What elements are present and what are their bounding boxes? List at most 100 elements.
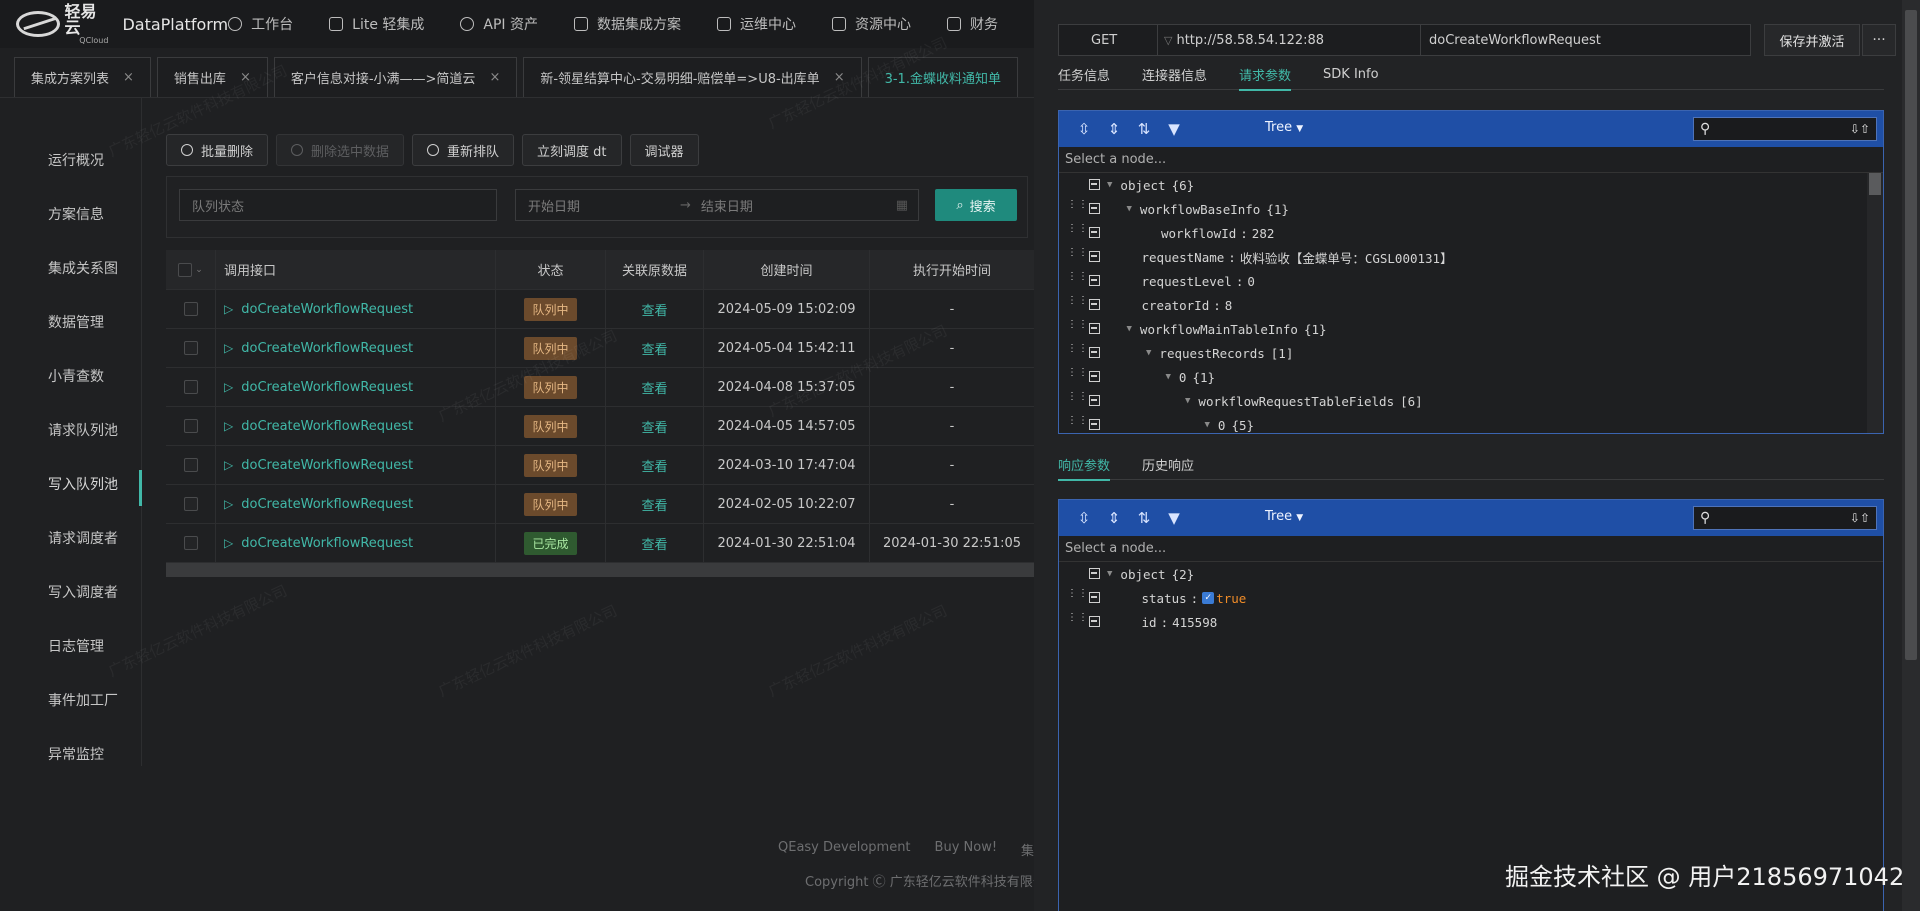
logo[interactable]: 轻易云 QCloud DataPlatform	[16, 3, 228, 45]
chevron-down-icon[interactable]: ⌄	[195, 265, 203, 275]
node-key[interactable]: workflowRequestTableFields	[1198, 394, 1394, 409]
api-link[interactable]: doCreateWorkflowRequest	[241, 458, 413, 473]
sort-icon[interactable]: ⇅	[1129, 509, 1159, 527]
node-key[interactable]: 0	[1179, 370, 1187, 385]
queue-status-select[interactable]: 队列状态	[179, 189, 497, 221]
node-key[interactable]: 0	[1218, 418, 1226, 433]
tree-node[interactable]: ⋮⋮ ▼ workflowRequestTableFields [6]	[1059, 389, 1883, 413]
nav-finance[interactable]: 财务	[947, 14, 998, 34]
context-menu-icon[interactable]	[1089, 395, 1100, 406]
table-row[interactable]: ▷ doCreateWorkflowRequest 已完成 查看 2024-01-30 …	[166, 524, 1034, 563]
node-key[interactable]: creatorId	[1142, 298, 1210, 313]
collapse-all-icon[interactable]: ⇕	[1099, 509, 1129, 527]
expand-arrow-icon[interactable]: ▼	[1107, 180, 1112, 190]
menu-item-overview[interactable]: 运行概况	[0, 134, 141, 188]
close-icon[interactable]: ×	[834, 70, 845, 85]
context-menu-icon[interactable]	[1089, 299, 1100, 310]
play-icon[interactable]: ▷	[224, 380, 233, 394]
row-checkbox[interactable]	[166, 524, 216, 562]
tree-node[interactable]: ⋮⋮ requestLevel:0	[1059, 269, 1883, 293]
nav-integration[interactable]: 数据集成方案	[574, 14, 681, 34]
tree-node[interactable]: ⋮⋮ requestName: 收料验收【金蝶单号：CGSL000131】	[1059, 245, 1883, 269]
footer-link[interactable]: Buy Now!	[935, 840, 998, 859]
table-row[interactable]: ▷ doCreateWorkflowRequest 队列中 查看 2024-04-08 …	[166, 368, 1034, 407]
drawer-scrollbar[interactable]	[1902, 0, 1920, 911]
view-link[interactable]: 查看	[641, 417, 667, 436]
nav-workbench[interactable]: 工作台	[228, 14, 293, 34]
menu-item-data-management[interactable]: 数据管理	[0, 296, 141, 350]
tab-task-info[interactable]: 任务信息	[1058, 58, 1110, 90]
view-link[interactable]: 查看	[641, 339, 667, 358]
table-row[interactable]: ▷ doCreateWorkflowRequest 队列中 查看 2024-05-04 …	[166, 329, 1034, 368]
expand-all-icon[interactable]: ⇳	[1069, 509, 1099, 527]
drag-handle-icon[interactable]: ⋮⋮	[1067, 392, 1088, 408]
view-link[interactable]: 查看	[641, 495, 667, 514]
context-menu-icon[interactable]	[1089, 275, 1100, 286]
tab-response-params[interactable]: 响应参数	[1058, 448, 1111, 481]
drag-handle-icon[interactable]: ⋮⋮	[1067, 320, 1088, 336]
api-link[interactable]: doCreateWorkflowRequest	[241, 536, 413, 551]
close-icon[interactable]: ×	[489, 70, 500, 85]
editor-search-input[interactable]: ⚲ ⇩⇧	[1693, 117, 1877, 141]
drag-handle-icon[interactable]: ⋮⋮	[1067, 416, 1088, 432]
menu-item-solution-info[interactable]: 方案信息	[0, 188, 141, 242]
tree-node[interactable]: ▼ object {6}	[1059, 173, 1883, 197]
tree-node[interactable]: ⋮⋮ creatorId:8	[1059, 293, 1883, 317]
expand-arrow-icon[interactable]: ▼	[1107, 569, 1112, 579]
close-icon[interactable]: ×	[240, 70, 251, 85]
sort-icon[interactable]: ⇅	[1129, 120, 1159, 138]
drag-handle-icon[interactable]: ⋮⋮	[1067, 613, 1088, 629]
tab-connector-info[interactable]: 连接器信息	[1142, 58, 1207, 90]
expand-arrow-icon[interactable]: ▼	[1185, 396, 1190, 406]
menu-item-exception-monitor[interactable]: 异常监控	[0, 728, 141, 782]
nav-ops[interactable]: 运维中心	[717, 14, 796, 34]
row-checkbox[interactable]	[166, 329, 216, 367]
play-icon[interactable]: ▷	[224, 497, 233, 511]
node-key[interactable]: requestRecords	[1159, 346, 1264, 361]
tree-node[interactable]: ⋮⋮ id:415598	[1059, 610, 1883, 634]
nav-resources[interactable]: 资源中心	[832, 14, 911, 34]
row-checkbox[interactable]	[166, 368, 216, 406]
tab-solution-list[interactable]: 集成方案列表 ×	[14, 57, 151, 97]
search-nav-icon[interactable]: ⇩⇧	[1850, 122, 1870, 136]
node-key[interactable]: workflowMainTableInfo	[1140, 322, 1298, 337]
context-menu-icon[interactable]	[1089, 227, 1100, 238]
expand-arrow-icon[interactable]: ▼	[1127, 324, 1132, 334]
menu-item-relation-graph[interactable]: 集成关系图	[0, 242, 141, 296]
play-icon[interactable]: ▷	[224, 302, 233, 316]
tab-history-response[interactable]: 历史响应	[1142, 448, 1194, 480]
collapse-all-icon[interactable]: ⇕	[1099, 120, 1129, 138]
expand-arrow-icon[interactable]: ▼	[1146, 348, 1151, 358]
view-link[interactable]: 查看	[641, 456, 667, 475]
play-icon[interactable]: ▷	[224, 341, 233, 355]
row-checkbox[interactable]	[166, 485, 216, 523]
node-value[interactable]: 收料验收【金蝶单号：CGSL000131】	[1240, 248, 1453, 267]
node-value[interactable]: 282	[1252, 226, 1275, 241]
play-icon[interactable]: ▷	[224, 419, 233, 433]
api-link[interactable]: doCreateWorkflowRequest	[241, 497, 413, 512]
search-nav-icon[interactable]: ⇩⇧	[1850, 511, 1870, 525]
start-date-field[interactable]: 开始日期	[528, 196, 580, 215]
tree-node[interactable]: ⋮⋮ ▼ requestRecords [1]	[1059, 341, 1883, 365]
node-key[interactable]: status	[1142, 591, 1187, 606]
menu-item-query[interactable]: 小青查数	[0, 350, 141, 404]
row-checkbox[interactable]	[166, 407, 216, 445]
menu-item-request-queue[interactable]: 请求队列池	[0, 404, 141, 458]
delete-selected-button[interactable]: 删除选中数据	[276, 134, 405, 166]
context-menu-icon[interactable]	[1089, 592, 1100, 603]
context-menu-icon[interactable]	[1089, 347, 1100, 358]
filter-icon[interactable]: ▼	[1159, 509, 1189, 527]
play-icon[interactable]: ▷	[224, 536, 233, 550]
drag-handle-icon[interactable]: ⋮⋮	[1067, 200, 1088, 216]
date-range-picker[interactable]: 开始日期 → 结束日期 ▦	[515, 189, 919, 221]
tab-customer-info[interactable]: 客户信息对接-小满——>简道云 ×	[273, 57, 518, 97]
tree-node[interactable]: ▼ object {2}	[1059, 562, 1883, 586]
filter-icon[interactable]: ▼	[1159, 120, 1189, 138]
expand-arrow-icon[interactable]: ▼	[1166, 372, 1171, 382]
api-link[interactable]: doCreateWorkflowRequest	[241, 380, 413, 395]
tab-request-params[interactable]: 请求参数	[1239, 58, 1292, 91]
horizontal-scrollbar[interactable]	[166, 563, 1034, 577]
node-value[interactable]: 0	[1247, 274, 1255, 289]
requeue-button[interactable]: 重新排队	[412, 134, 515, 166]
end-date-field[interactable]: 结束日期	[701, 196, 753, 215]
